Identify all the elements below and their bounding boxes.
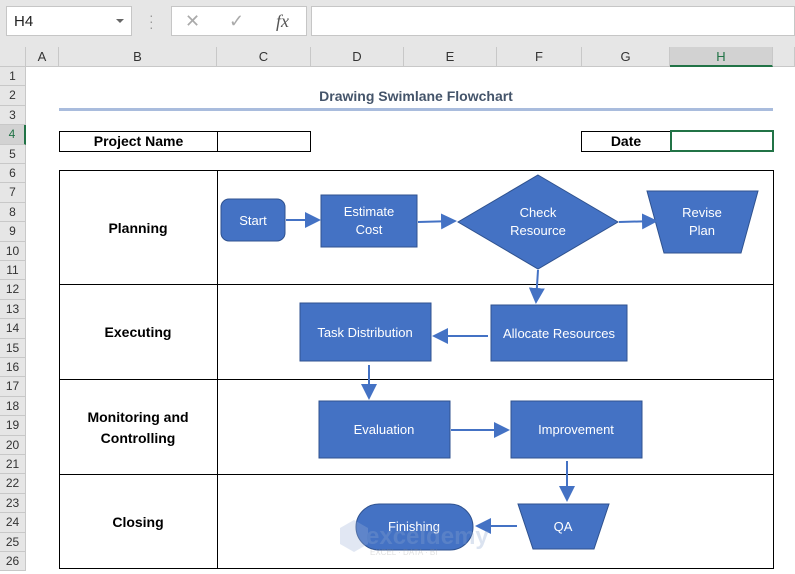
check-label-2: Resource	[510, 223, 566, 238]
estimate-cost-shape[interactable]	[320, 194, 418, 248]
revise-label-2: Plan	[689, 223, 715, 238]
watermark-brand: exceldemy	[366, 523, 489, 550]
start-label: Start	[239, 213, 267, 228]
improvement-label: Improvement	[538, 422, 614, 437]
evaluation-label: Evaluation	[354, 422, 415, 437]
qa-label: QA	[554, 519, 573, 534]
allocate-label: Allocate Resources	[503, 326, 615, 341]
estimate-label-2: Cost	[356, 222, 383, 237]
arrow-estimate-check	[417, 213, 457, 230]
flow-arrows	[286, 212, 658, 534]
watermark-logo: exceldemy EXCEL · DATA · BI	[340, 520, 489, 557]
watermark-tagline: EXCEL · DATA · BI	[370, 548, 437, 557]
lane-label-planning: Planning	[108, 220, 167, 236]
swimlane-flowchart: Planning Executing Monitoring and Contro…	[59, 170, 774, 569]
check-resource-shape[interactable]	[457, 174, 619, 270]
lane-label-monitoring-1: Monitoring and	[87, 409, 188, 425]
arrow-check-revise	[618, 213, 658, 230]
arrow-check-allocate	[528, 269, 545, 304]
estimate-label-1: Estimate	[344, 204, 395, 219]
lane-label-executing: Executing	[105, 324, 172, 340]
check-label-1: Check	[520, 205, 557, 220]
task-label: Task Distribution	[317, 325, 412, 340]
revise-label-1: Revise	[682, 205, 722, 220]
lane-label-closing: Closing	[112, 514, 163, 530]
revise-plan-shape[interactable]	[646, 190, 759, 254]
lane-label-monitoring-2: Controlling	[101, 430, 176, 446]
